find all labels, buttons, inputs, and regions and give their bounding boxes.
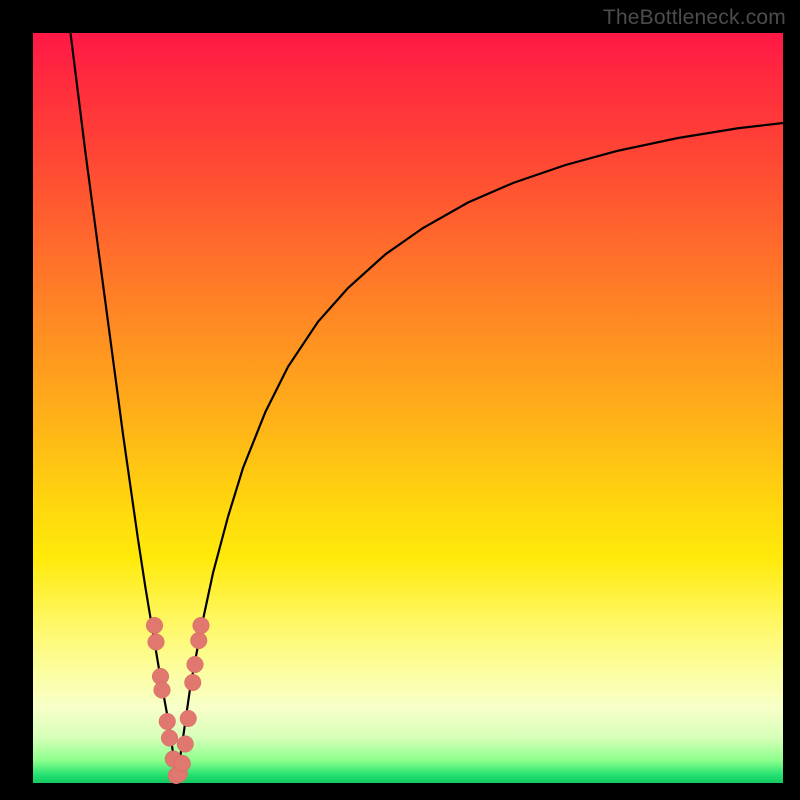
watermark-text: TheBottleneck.com xyxy=(603,6,786,30)
data-marker xyxy=(161,730,178,747)
data-marker xyxy=(174,755,191,772)
curve-left-branch xyxy=(71,33,178,779)
chart-svg xyxy=(33,33,783,783)
data-marker xyxy=(177,736,194,753)
data-marker xyxy=(180,710,197,727)
data-marker xyxy=(193,617,210,634)
data-marker xyxy=(185,674,202,691)
curve-right-branch xyxy=(177,123,783,779)
data-marker xyxy=(159,713,176,730)
data-marker xyxy=(191,632,208,649)
data-marker xyxy=(187,656,204,673)
data-marker xyxy=(154,682,171,699)
data-marker xyxy=(146,617,163,634)
plot-area xyxy=(33,33,783,783)
marker-group xyxy=(146,617,209,784)
data-marker xyxy=(148,634,165,651)
outer-frame: TheBottleneck.com xyxy=(0,0,800,800)
